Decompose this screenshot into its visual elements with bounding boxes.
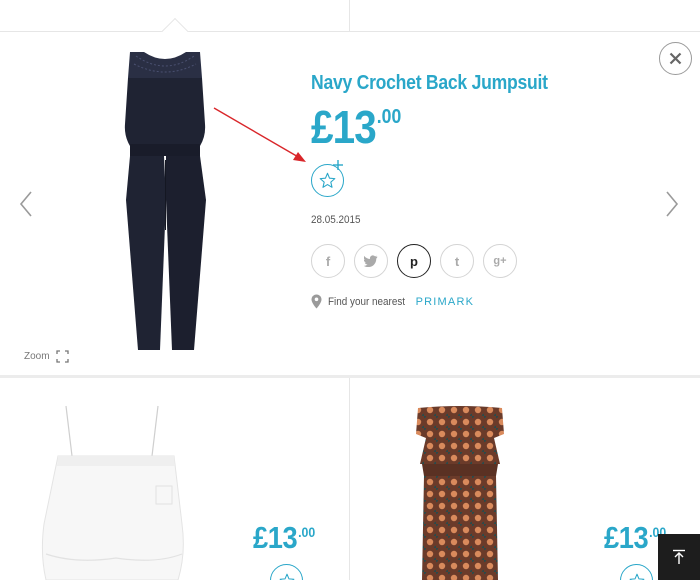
chevron-right-icon[interactable] (664, 190, 680, 218)
store-finder-text: Find your nearest (328, 295, 406, 308)
product-image (41, 405, 184, 580)
twitter-icon (364, 255, 378, 267)
back-to-top-button[interactable] (658, 534, 700, 580)
pinterest-share-button[interactable]: p (397, 244, 431, 278)
googleplus-share-button[interactable]: g+ (483, 244, 517, 278)
expand-icon (55, 350, 69, 363)
price-main: £13 (253, 520, 298, 555)
zoom-label: Zoom (24, 351, 50, 362)
zoom-button[interactable]: Zoom (24, 350, 69, 363)
product-image (416, 406, 504, 580)
price-pence: .00 (298, 524, 316, 540)
card-divider (349, 0, 350, 32)
googleplus-icon: g+ (493, 255, 507, 267)
card-price: £13.00 (604, 520, 666, 556)
pinterest-icon: p (410, 253, 418, 269)
product-title: Navy Crochet Back Jumpsuit (311, 72, 548, 94)
star-icon (629, 573, 644, 580)
close-icon (669, 52, 682, 65)
tumblr-share-button[interactable]: t (440, 244, 474, 278)
star-icon (319, 172, 336, 188)
chevron-left-icon[interactable] (18, 190, 34, 218)
release-date: 28.05.2015 (311, 214, 361, 226)
star-icon (279, 573, 294, 580)
tumblr-icon: t (454, 253, 460, 269)
facebook-icon: f (325, 253, 331, 269)
store-finder-link[interactable]: PRIMARK (416, 296, 475, 308)
arrow-up-icon (673, 549, 685, 564)
close-button[interactable] (659, 42, 692, 75)
share-buttons: f p t g+ (311, 244, 517, 278)
price-main: £13 (311, 101, 377, 153)
product-price: £13.00 (311, 100, 401, 154)
sparkle-icon (333, 160, 343, 170)
price-pence: .00 (376, 106, 402, 128)
product-image (124, 52, 206, 350)
store-finder: Find your nearest PRIMARK (311, 294, 474, 309)
previous-row-strip (0, 0, 700, 47)
facebook-share-button[interactable]: f (311, 244, 345, 278)
price-main: £13 (604, 520, 649, 555)
twitter-share-button[interactable] (354, 244, 388, 278)
card-price: £13.00 (253, 520, 315, 556)
map-pin-icon (311, 294, 322, 309)
